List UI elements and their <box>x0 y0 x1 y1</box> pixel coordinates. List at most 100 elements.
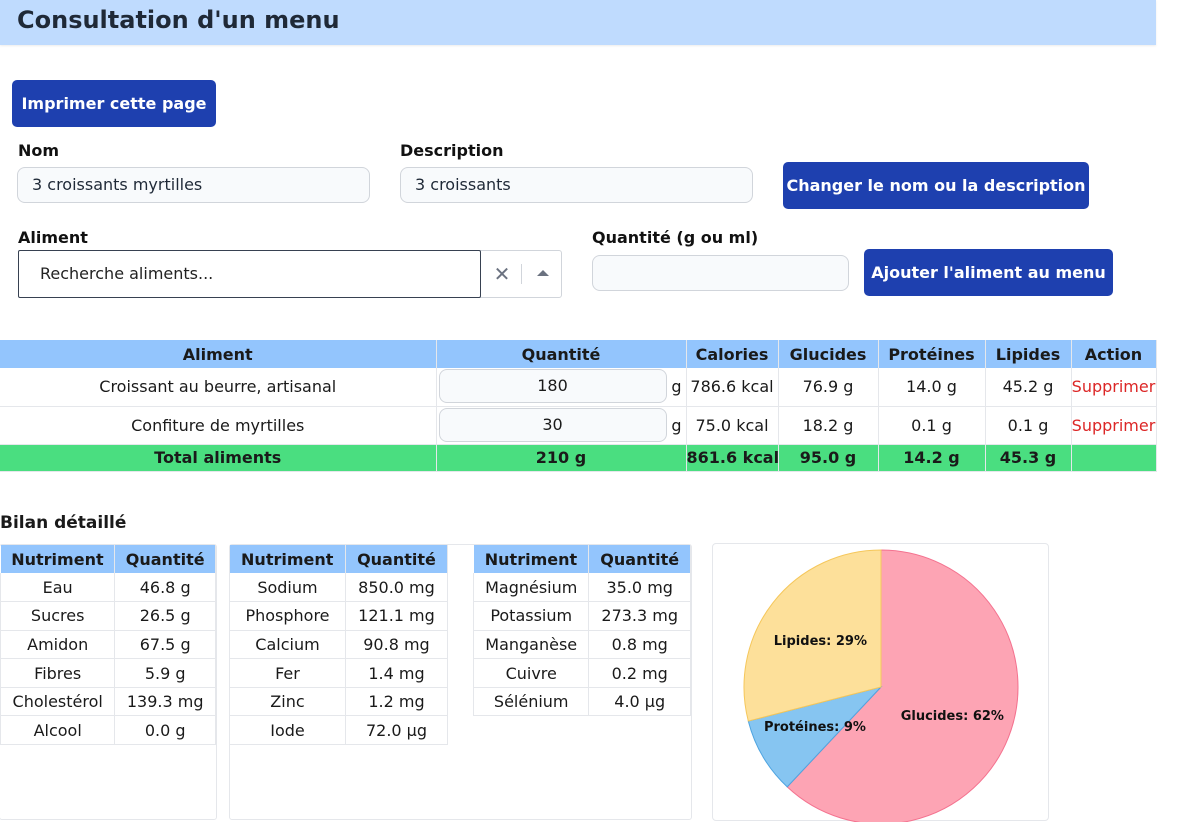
nutrient-quantity: 0.0 g <box>114 715 216 746</box>
table-row: Potassium 273.3 mg <box>472 601 691 631</box>
nutrient-quantity: 35.0 mg <box>588 573 691 603</box>
nutrient-table-3: Nutriment Quantité Magnésium 35.0 mg Potassi… <box>472 545 691 717</box>
quantity-cell: 30 g <box>436 406 687 445</box>
food-name: Confiture de myrtilles <box>0 406 437 445</box>
table-row: Alcool 0.0 g <box>0 715 216 746</box>
column-header: Quantité <box>114 545 216 573</box>
nutrient-quantity: 273.3 mg <box>588 601 691 631</box>
description-field[interactable]: 3 croissants <box>400 167 753 203</box>
macro-pie-chart: Glucides: 62% Protéines: 9% Lipides: 29% <box>743 549 1019 825</box>
food-search-input[interactable]: Recherche aliments... <box>18 250 481 298</box>
nutrient-name: Alcool <box>0 715 116 746</box>
foods-table: Aliment Quantité Calories Glucides Proté… <box>0 340 1157 472</box>
nutrient-name: Sélénium <box>472 687 590 717</box>
add-food-button[interactable]: Ajouter l'aliment au menu <box>864 249 1113 296</box>
table-row: Sucres 26.5 g <box>0 601 216 631</box>
quantity-input[interactable]: 180 <box>438 369 667 403</box>
table-row: Confiture de myrtilles 30 g 75.0 kcal 18… <box>0 406 1157 445</box>
total-row: Total aliments 210 g 861.6 kcal 95.0 g 1… <box>0 444 1157 472</box>
glucides-cell: 18.2 g <box>778 406 879 445</box>
food-label: Aliment <box>18 228 88 247</box>
column-header: Lipides <box>985 340 1072 368</box>
nutrient-quantity: 67.5 g <box>114 630 216 660</box>
total-glucides: 95.0 g <box>778 444 879 472</box>
column-header: Quantité <box>588 545 691 573</box>
nutrient-quantity: 0.2 mg <box>588 658 691 688</box>
table-row: Manganèse 0.8 mg <box>472 630 691 660</box>
nutrient-name: Manganèse <box>472 630 590 660</box>
nutrient-name: Cholestérol <box>0 687 116 717</box>
column-header: Aliment <box>0 340 437 368</box>
column-header: Quantité <box>436 340 687 368</box>
column-header: Action <box>1071 340 1157 368</box>
close-icon[interactable]: ✕ <box>489 260 515 288</box>
macro-pie-chart-panel: Glucides: 62% Protéines: 9% Lipides: 29% <box>712 543 1049 825</box>
food-name: Croissant au beurre, artisanal <box>0 368 437 407</box>
table-row: Sodium 850.0 mg <box>229 573 449 603</box>
column-header: Nutriment <box>473 545 590 573</box>
calories-cell: 75.0 kcal <box>686 406 779 445</box>
delete-link[interactable]: Supprimer <box>1072 377 1156 396</box>
column-header: Calories <box>686 340 779 368</box>
name-label: Nom <box>18 141 60 160</box>
table-header-row: Aliment Quantité Calories Glucides Proté… <box>0 340 1157 368</box>
column-header: Protéines <box>878 340 986 368</box>
nutrient-name: Sucres <box>0 601 116 631</box>
food-search-select[interactable]: Recherche aliments... ✕ <box>18 250 562 298</box>
quantity-field[interactable] <box>592 255 849 291</box>
table-row: Zinc 1.2 mg <box>229 687 449 717</box>
nutrient-quantity: 1.4 mg <box>345 658 449 688</box>
table-row: Cholestérol 139.3 mg <box>0 687 216 717</box>
nutrient-name: Potassium <box>472 601 590 631</box>
print-button[interactable]: Imprimer cette page <box>12 80 216 127</box>
nutrient-quantity: 1.2 mg <box>345 687 449 717</box>
column-header: Nutriment <box>229 545 346 573</box>
select-separator <box>521 264 522 284</box>
proteines-cell: 14.0 g <box>878 368 986 407</box>
lipides-cell: 45.2 g <box>985 368 1072 407</box>
delete-link[interactable]: Supprimer <box>1072 416 1156 435</box>
table-row: Calcium 90.8 mg <box>229 630 449 660</box>
nutrient-name: Eau <box>0 573 116 603</box>
action-cell: Supprimer <box>1071 406 1157 445</box>
table-row: Magnésium 35.0 mg <box>472 573 691 603</box>
table-row: Cuivre 0.2 mg <box>472 658 691 688</box>
change-name-description-button[interactable]: Changer le nom ou la description <box>783 162 1089 209</box>
table-row: Phosphore 121.1 mg <box>229 601 449 631</box>
table-row: Sélénium 4.0 µg <box>472 687 691 717</box>
total-quantity: 210 g <box>436 444 687 472</box>
calories-cell: 786.6 kcal <box>686 368 779 407</box>
pie-label: Glucides: 62% <box>901 709 1004 724</box>
description-label: Description <box>400 141 504 160</box>
action-cell: Supprimer <box>1071 368 1157 407</box>
nutrient-quantity: 46.8 g <box>114 573 216 603</box>
quantity-unit: g <box>671 415 682 435</box>
quantity-input[interactable]: 30 <box>438 407 667 442</box>
nutrient-name: Fibres <box>0 658 116 688</box>
chevron-up-icon[interactable] <box>528 260 558 288</box>
table-row: Iode 72.0 µg <box>229 715 449 746</box>
nutrient-quantity: 0.8 mg <box>588 630 691 660</box>
total-label: Total aliments <box>0 444 437 472</box>
nutrient-quantity: 139.3 mg <box>114 687 216 717</box>
nutrient-name: Sodium <box>229 573 346 603</box>
name-field[interactable]: 3 croissants myrtilles <box>17 167 370 203</box>
table-row: Fibres 5.9 g <box>0 658 216 688</box>
table-header-row: Nutriment Quantité <box>0 545 216 573</box>
bilan-title: Bilan détaillé <box>0 513 127 533</box>
total-action <box>1071 444 1157 472</box>
table-header-row: Nutriment Quantité <box>229 545 449 573</box>
nutrient-quantity: 72.0 µg <box>345 715 449 746</box>
nutrient-name: Phosphore <box>229 601 346 631</box>
table-row: Fer 1.4 mg <box>229 658 449 688</box>
nutrient-name: Amidon <box>0 630 116 660</box>
nutrient-name: Cuivre <box>472 658 590 688</box>
table-header-row: Nutriment Quantité <box>473 545 691 573</box>
page-header: Consultation d'un menu <box>0 0 1156 45</box>
nutrient-quantity: 4.0 µg <box>588 687 691 717</box>
table-row: Croissant au beurre, artisanal 180 g 786… <box>0 368 1157 407</box>
table-row: Eau 46.8 g <box>0 573 216 603</box>
nutrient-name: Calcium <box>229 630 346 660</box>
nutrient-quantity: 5.9 g <box>114 658 216 688</box>
column-header: Nutriment <box>0 545 116 573</box>
